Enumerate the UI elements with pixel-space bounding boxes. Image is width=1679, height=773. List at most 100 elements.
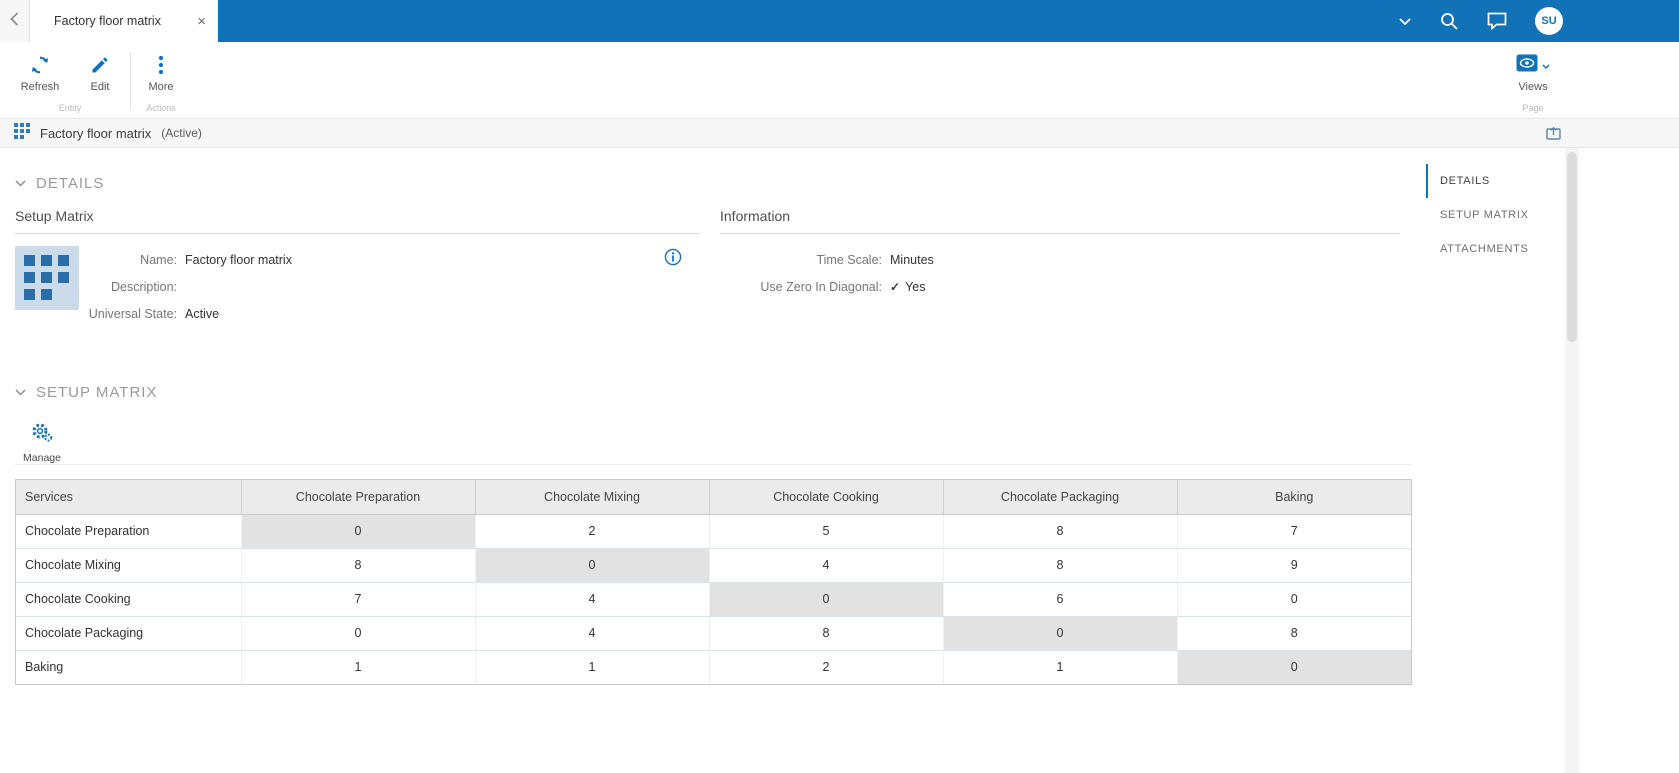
matrix-cell[interactable]: 5	[709, 514, 943, 548]
matrix-header-row: ServicesChocolate PreparationChocolate M…	[16, 480, 1411, 514]
search-icon[interactable]	[1439, 11, 1459, 31]
service-cell[interactable]: Chocolate Preparation	[16, 514, 241, 548]
refresh-button[interactable]: Refresh	[10, 42, 70, 103]
table-row: Chocolate Cooking74060	[16, 582, 1411, 616]
close-icon[interactable]: ×	[197, 14, 206, 29]
column-header[interactable]: Chocolate Cooking	[709, 480, 943, 514]
setup-matrix-section-header[interactable]: SETUP MATRIX	[15, 383, 1412, 401]
column-header[interactable]: Chocolate Mixing	[475, 480, 709, 514]
chat-icon[interactable]	[1487, 12, 1507, 30]
field-label: Use Zero In Diagonal:	[720, 280, 890, 294]
column-header[interactable]: Chocolate Packaging	[943, 480, 1177, 514]
section-chevron-icon	[15, 383, 26, 401]
matrix-cell[interactable]: 0	[709, 582, 943, 616]
page-title: Factory floor matrix	[40, 126, 151, 141]
matrix-cell[interactable]: 4	[709, 548, 943, 582]
matrix-cell[interactable]: 8	[943, 514, 1177, 548]
field-label: Time Scale:	[720, 253, 890, 267]
matrix-cell[interactable]: 4	[475, 616, 709, 650]
info-icon[interactable]	[664, 248, 682, 327]
matrix-cell[interactable]: 0	[1177, 650, 1411, 684]
dropdown-chevron-icon[interactable]	[1399, 18, 1411, 25]
matrix-cell[interactable]: 4	[475, 582, 709, 616]
vertical-scrollbar[interactable]	[1565, 148, 1579, 773]
setup-matrix-fields: Name:Factory floor matrixDescription:Uni…	[79, 246, 292, 327]
actions-group-label: Actions	[131, 103, 191, 118]
grid-toolbar: Manage	[15, 413, 1412, 465]
matrix-cell[interactable]: 1	[943, 650, 1177, 684]
grid-icon	[14, 123, 30, 144]
edit-label: Edit	[91, 81, 110, 93]
views-eye-icon	[1516, 54, 1538, 77]
manage-button[interactable]: Manage	[15, 413, 69, 464]
setup-matrix-panel: Setup Matrix Name:Factory floor matri	[15, 208, 700, 327]
back-button[interactable]	[0, 0, 30, 42]
refresh-label: Refresh	[21, 81, 60, 93]
views-chevron-icon	[1542, 56, 1550, 74]
field-row: Time Scale:Minutes	[720, 246, 934, 273]
scrollbar-thumb[interactable]	[1567, 152, 1577, 342]
table-row: Chocolate Preparation02587	[16, 514, 1411, 548]
service-cell[interactable]: Chocolate Mixing	[16, 548, 241, 582]
matrix-cell[interactable]: 6	[943, 582, 1177, 616]
matrix-cell[interactable]: 2	[475, 514, 709, 548]
field-row: Description:	[79, 273, 292, 300]
details-section-title: DETAILS	[36, 175, 104, 192]
service-cell[interactable]: Chocolate Cooking	[16, 582, 241, 616]
side-tabs: DETAILSSETUP MATRIXATTACHMENTS	[1426, 164, 1560, 266]
service-cell[interactable]: Baking	[16, 650, 241, 684]
page-group-label: Page	[1503, 103, 1563, 118]
setup-matrix-section-title: SETUP MATRIX	[36, 384, 157, 401]
open-panel-icon[interactable]	[1546, 126, 1561, 140]
details-section-header[interactable]: DETAILS	[15, 174, 1412, 192]
edit-button[interactable]: Edit	[70, 42, 130, 103]
information-fields: Time Scale:MinutesUse Zero In Diagonal:✓…	[720, 246, 934, 300]
entity-matrix-icon	[15, 246, 79, 310]
column-header[interactable]: Chocolate Preparation	[241, 480, 475, 514]
field-label: Universal State:	[79, 307, 185, 321]
side-tab-attachments[interactable]: ATTACHMENTS	[1426, 232, 1560, 266]
field-label: Name:	[79, 253, 185, 267]
matrix-cell[interactable]: 8	[709, 616, 943, 650]
table-row: Chocolate Mixing80489	[16, 548, 1411, 582]
field-row: Use Zero In Diagonal:✓Yes	[720, 273, 934, 300]
views-button[interactable]: Views	[1503, 42, 1563, 103]
gear-icon	[31, 421, 53, 448]
entity-group: Refresh Edit Entity	[10, 42, 130, 118]
field-value: Minutes	[890, 253, 934, 267]
matrix-cell[interactable]: 7	[241, 582, 475, 616]
service-cell[interactable]: Chocolate Packaging	[16, 616, 241, 650]
table-row: Baking11210	[16, 650, 1411, 684]
matrix-cell[interactable]: 0	[943, 616, 1177, 650]
setup-matrix-table: ServicesChocolate PreparationChocolate M…	[15, 479, 1412, 685]
more-label: More	[148, 81, 173, 93]
actions-group: More Actions	[131, 42, 191, 118]
matrix-cell[interactable]: 7	[1177, 514, 1411, 548]
matrix-cell[interactable]: 0	[1177, 582, 1411, 616]
matrix-cell[interactable]: 8	[1177, 616, 1411, 650]
matrix-cell[interactable]: 0	[241, 514, 475, 548]
setup-matrix-panel-title: Setup Matrix	[15, 208, 700, 234]
check-icon: ✓	[890, 280, 900, 294]
side-tab-details[interactable]: DETAILS	[1426, 164, 1560, 198]
content: DETAILS Setup Matrix	[0, 148, 1679, 773]
column-header[interactable]: Baking	[1177, 480, 1411, 514]
matrix-cell[interactable]: 8	[943, 548, 1177, 582]
column-header[interactable]: Services	[16, 480, 241, 514]
matrix-cell[interactable]: 9	[1177, 548, 1411, 582]
refresh-icon	[29, 54, 51, 76]
matrix-cell[interactable]: 0	[475, 548, 709, 582]
tab-title: Factory floor matrix	[54, 14, 189, 28]
tab-factory-floor-matrix[interactable]: Factory floor matrix ×	[30, 0, 218, 42]
more-button[interactable]: More	[131, 42, 191, 103]
field-label: Description:	[79, 280, 185, 294]
matrix-cell[interactable]: 8	[241, 548, 475, 582]
field-value: Active	[185, 307, 219, 321]
avatar[interactable]: SU	[1535, 7, 1563, 35]
matrix-cell[interactable]: 2	[709, 650, 943, 684]
matrix-cell[interactable]: 0	[241, 616, 475, 650]
matrix-cell[interactable]: 1	[475, 650, 709, 684]
side-tab-setup-matrix[interactable]: SETUP MATRIX	[1426, 198, 1560, 232]
section-chevron-icon	[15, 174, 26, 192]
matrix-cell[interactable]: 1	[241, 650, 475, 684]
